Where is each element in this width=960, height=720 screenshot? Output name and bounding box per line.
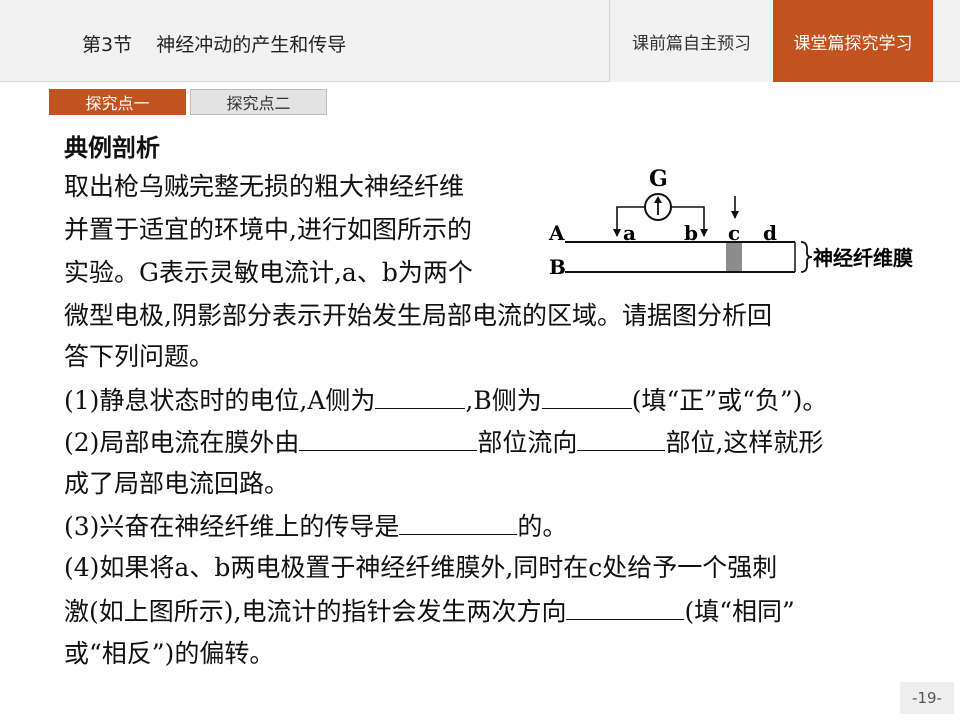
local-current-region	[726, 243, 742, 271]
paragraph-line: 取出枪乌贼完整无损的粗大神经纤维	[64, 172, 465, 201]
label-g: G	[649, 166, 668, 192]
paragraph-line: 答下列问题。	[64, 342, 215, 371]
question-2: (2)局部电流在膜外由 部位流向 部位,这样就形	[64, 427, 824, 457]
question-3: (3)兴奋在神经纤维上的传导是 的。	[64, 511, 568, 541]
paragraph-line: 实验。G表示灵敏电流计,a、b为两个	[64, 258, 473, 287]
membrane-label: 神经纤维膜	[813, 246, 913, 270]
answer-blank	[399, 511, 518, 535]
example-heading: 典例剖析	[64, 134, 160, 162]
label-a-side: A	[548, 221, 565, 245]
nav-class-study-button[interactable]: 课堂篇探究学习	[773, 0, 933, 82]
question-4: (4)如果将a、b两电极置于神经纤维膜外,同时在c处给予一个强刺	[64, 553, 778, 582]
question-2-cont: 成了局部电流回路。	[64, 469, 290, 498]
paragraph-line: 微型电极,阴影部分表示开始发生局部电流的区域。请据图分析回	[64, 301, 772, 330]
tab-point-1[interactable]: 探究点一	[49, 89, 186, 115]
paragraph-line: 并置于适宜的环境中,进行如图所示的	[64, 215, 472, 244]
page-title: 第3节 神经冲动的产生和传导	[82, 30, 346, 57]
answer-blank	[375, 385, 466, 409]
page-number: -19-	[900, 682, 954, 714]
answer-blank	[299, 427, 478, 451]
label-b-side: B	[549, 255, 566, 279]
question-1: (1)静息状态时的电位,A侧为 ,B侧为 (填“正”或“负”)。	[64, 385, 828, 415]
answer-blank	[577, 427, 666, 451]
section-title: 神经冲动的产生和传导	[156, 34, 347, 56]
brace-icon	[800, 241, 813, 273]
answer-blank	[566, 596, 685, 620]
nerve-fiber-diagram: G A a b c d B 神经纤维膜	[548, 166, 913, 279]
tab-bar: 探究点一 探究点二	[49, 89, 331, 115]
nav-preview-button[interactable]: 课前篇自主预习	[609, 0, 773, 82]
tab-point-2[interactable]: 探究点二	[190, 89, 327, 115]
header-bar: 第3节 神经冲动的产生和传导 课前篇自主预习 课堂篇探究学习	[0, 0, 960, 82]
section-number: 第3节	[82, 34, 133, 56]
question-4-cont: 激(如上图所示),电流计的指针会发生两次方向 (填“相同”	[64, 596, 795, 626]
question-4-cont: 或“相反”)的偏转。	[64, 639, 275, 668]
answer-blank	[541, 385, 632, 409]
